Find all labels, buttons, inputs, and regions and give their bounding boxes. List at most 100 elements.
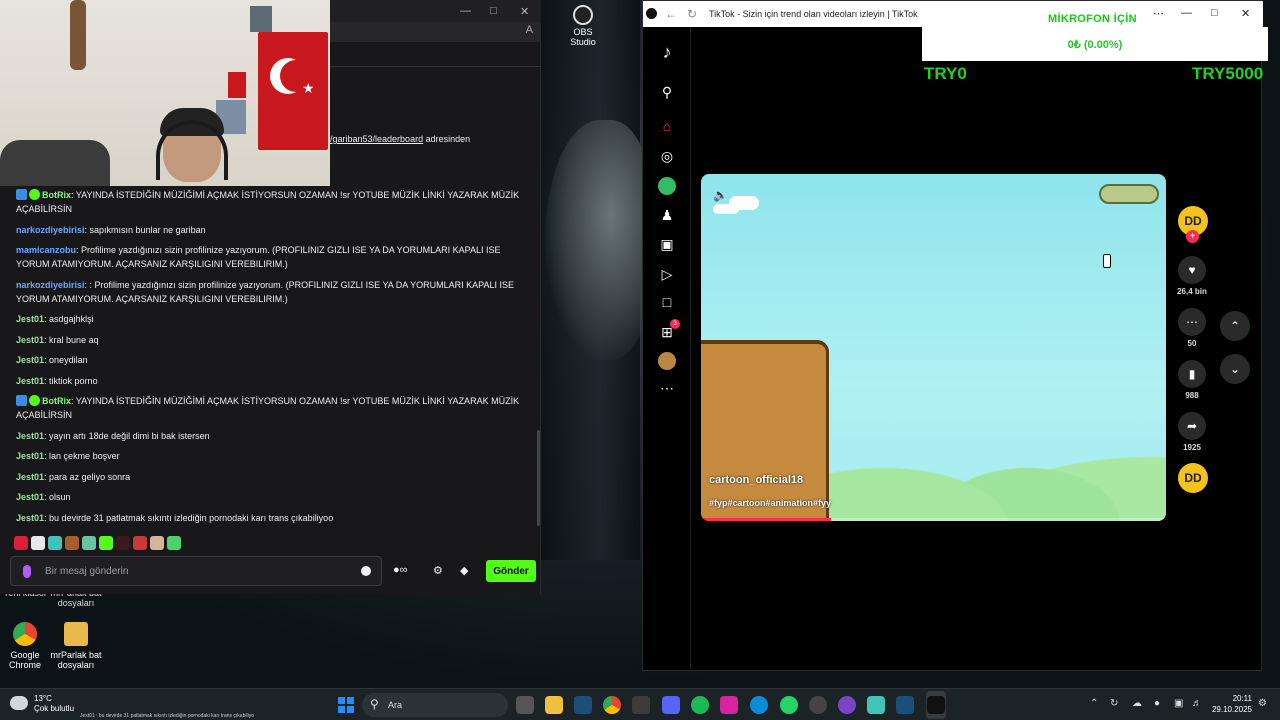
- chevron-up-icon[interactable]: ⌃: [1090, 698, 1098, 709]
- chat-text: YAYINDA İSTEDİĞİN MÜZİĞİMİ AÇMAK İSTİYOR…: [16, 396, 520, 420]
- maximize-icon[interactable]: □: [490, 5, 497, 17]
- minimize-icon[interactable]: —: [1181, 7, 1192, 19]
- inbox-icon[interactable]: □: [658, 293, 676, 311]
- weather-widget[interactable]: 13°C Çok bulutlu: [10, 694, 74, 714]
- maximize-icon[interactable]: □: [1211, 7, 1218, 19]
- chat-username[interactable]: BotRix: [42, 396, 71, 406]
- minimize-icon[interactable]: —: [460, 5, 471, 17]
- volume-icon[interactable]: ♬: [1192, 698, 1202, 709]
- save-button[interactable]: ▮ 988: [1172, 360, 1212, 400]
- search-icon[interactable]: ⚲: [658, 83, 676, 101]
- chat-username[interactable]: Jest01: [16, 492, 44, 502]
- upload-icon[interactable]: ⊞: [658, 323, 676, 341]
- chat-text: bu devirde 31 patlatmak sıkıntı izlediği…: [49, 512, 334, 523]
- more-icon[interactable]: ⋯: [658, 379, 676, 397]
- spotify-icon[interactable]: [691, 696, 709, 714]
- next-video-button[interactable]: ⌄: [1220, 354, 1250, 384]
- chat-username[interactable]: BotRix: [42, 190, 71, 200]
- chat-username[interactable]: Jest01: [16, 335, 44, 345]
- chat-username[interactable]: Jest01: [16, 451, 44, 461]
- emote-icon[interactable]: [31, 536, 45, 550]
- onedrive-icon[interactable]: ☁: [1132, 698, 1142, 709]
- video-author[interactable]: cartoon_official18: [709, 474, 803, 486]
- emote-icon[interactable]: [133, 536, 147, 550]
- close-icon[interactable]: ✕: [1241, 7, 1250, 20]
- friends-icon[interactable]: ♟: [658, 206, 676, 224]
- emote-icon[interactable]: [65, 536, 79, 550]
- steam-icon[interactable]: [896, 696, 914, 714]
- tiktok-taskbar-icon[interactable]: [927, 696, 945, 714]
- emote-icon[interactable]: [99, 536, 113, 550]
- emote-icon[interactable]: [48, 536, 62, 550]
- chat-username[interactable]: mamicanzobu: [16, 245, 76, 255]
- home-icon[interactable]: ⌂: [658, 117, 676, 135]
- video-hashtags[interactable]: #fyp#cartoon#animation#fyy: [709, 498, 831, 508]
- follow-plus-icon[interactable]: +: [1186, 230, 1199, 243]
- discord-icon[interactable]: [662, 696, 680, 714]
- chat-scrollbar[interactable]: [537, 430, 540, 526]
- comment-button[interactable]: ⋯ 50: [1172, 308, 1212, 348]
- emote-icon[interactable]: [167, 536, 181, 550]
- volume-icon[interactable]: 🔈: [713, 188, 728, 202]
- network-icon[interactable]: ▣: [1174, 698, 1183, 709]
- kick-points-icon[interactable]: ●∞: [393, 564, 408, 576]
- reload-icon[interactable]: ↻: [687, 7, 697, 21]
- clock[interactable]: 20:11 29.10.2025: [1210, 693, 1252, 715]
- chat-message-input[interactable]: Bir mesaj gönderin: [10, 556, 382, 586]
- chat-username[interactable]: narkozdiyebirisi: [16, 225, 85, 235]
- emote-icon[interactable]: [14, 536, 28, 550]
- tiktok-logo-icon[interactable]: ♪: [658, 43, 676, 61]
- mic-icon[interactable]: ●: [1154, 698, 1160, 709]
- back-icon[interactable]: ←: [665, 7, 677, 21]
- emote-icon[interactable]: [150, 536, 164, 550]
- close-icon[interactable]: ✕: [520, 5, 529, 18]
- whatsapp-icon[interactable]: [780, 696, 798, 714]
- messages-icon[interactable]: ▷: [658, 265, 676, 283]
- read-aloud-icon[interactable]: A: [526, 24, 533, 36]
- app-icon[interactable]: [838, 696, 856, 714]
- bot-icon[interactable]: ◆: [460, 564, 468, 577]
- video-player[interactable]: 🔈 cartoon_official18 #fyp#cartoon#animat…: [701, 174, 1166, 521]
- leaderboard-link[interactable]: /gariban53/leaderboard: [330, 134, 423, 144]
- windows-start-icon[interactable]: [338, 697, 354, 713]
- chat-username[interactable]: Jest01: [16, 355, 44, 365]
- like-button[interactable]: ♥ 26,4 bin: [1172, 256, 1212, 296]
- store-icon[interactable]: [632, 696, 650, 714]
- mic-icon[interactable]: [23, 565, 31, 578]
- task-view-icon[interactable]: [516, 696, 534, 714]
- previous-video-button[interactable]: ⌃: [1220, 311, 1250, 341]
- app-icon[interactable]: [867, 696, 885, 714]
- profile-avatar-icon[interactable]: [658, 177, 676, 195]
- explore-icon[interactable]: ◎: [658, 147, 676, 165]
- chat-username[interactable]: Jest01: [16, 431, 44, 441]
- desktop-icon-bat-files[interactable]: mrParlak bat dosyaları: [45, 622, 107, 670]
- chrome-icon[interactable]: [603, 696, 621, 714]
- gear-icon[interactable]: ⚙: [433, 564, 443, 577]
- game-icon[interactable]: [658, 352, 676, 370]
- notification-icon[interactable]: ⚙: [1258, 698, 1267, 709]
- time: 20:11: [1232, 694, 1252, 703]
- live-icon[interactable]: ▣: [658, 235, 676, 253]
- obs-label: OBS Studio: [570, 27, 596, 47]
- steam-icon[interactable]: [574, 696, 592, 714]
- chat-username[interactable]: Jest01: [16, 376, 44, 386]
- edge-icon[interactable]: [750, 696, 768, 714]
- file-explorer-icon[interactable]: [545, 696, 563, 714]
- emote-icon[interactable]: [116, 536, 130, 550]
- chat-username[interactable]: narkozdiyebirisi: [16, 280, 85, 290]
- obs-desktop-icon[interactable]: OBS Studio: [560, 5, 606, 47]
- chat-username[interactable]: Jest01: [16, 472, 44, 482]
- instagram-icon[interactable]: [720, 696, 738, 714]
- music-disc-avatar[interactable]: DD: [1178, 463, 1208, 493]
- emoji-icon[interactable]: [361, 566, 371, 576]
- chat-username[interactable]: Jest01: [16, 513, 44, 523]
- emote-icon[interactable]: [82, 536, 96, 550]
- obs-taskbar-icon[interactable]: [809, 696, 827, 714]
- more-icon[interactable]: ⋯: [1153, 7, 1164, 20]
- taskbar-search[interactable]: ⚲ Ara: [362, 693, 508, 717]
- share-button[interactable]: ➦ 1925: [1172, 412, 1212, 452]
- chat-username[interactable]: Jest01: [16, 314, 44, 324]
- sync-icon[interactable]: ↻: [1110, 698, 1118, 709]
- send-button[interactable]: Gönder: [486, 560, 536, 582]
- video-progress[interactable]: [701, 518, 1166, 521]
